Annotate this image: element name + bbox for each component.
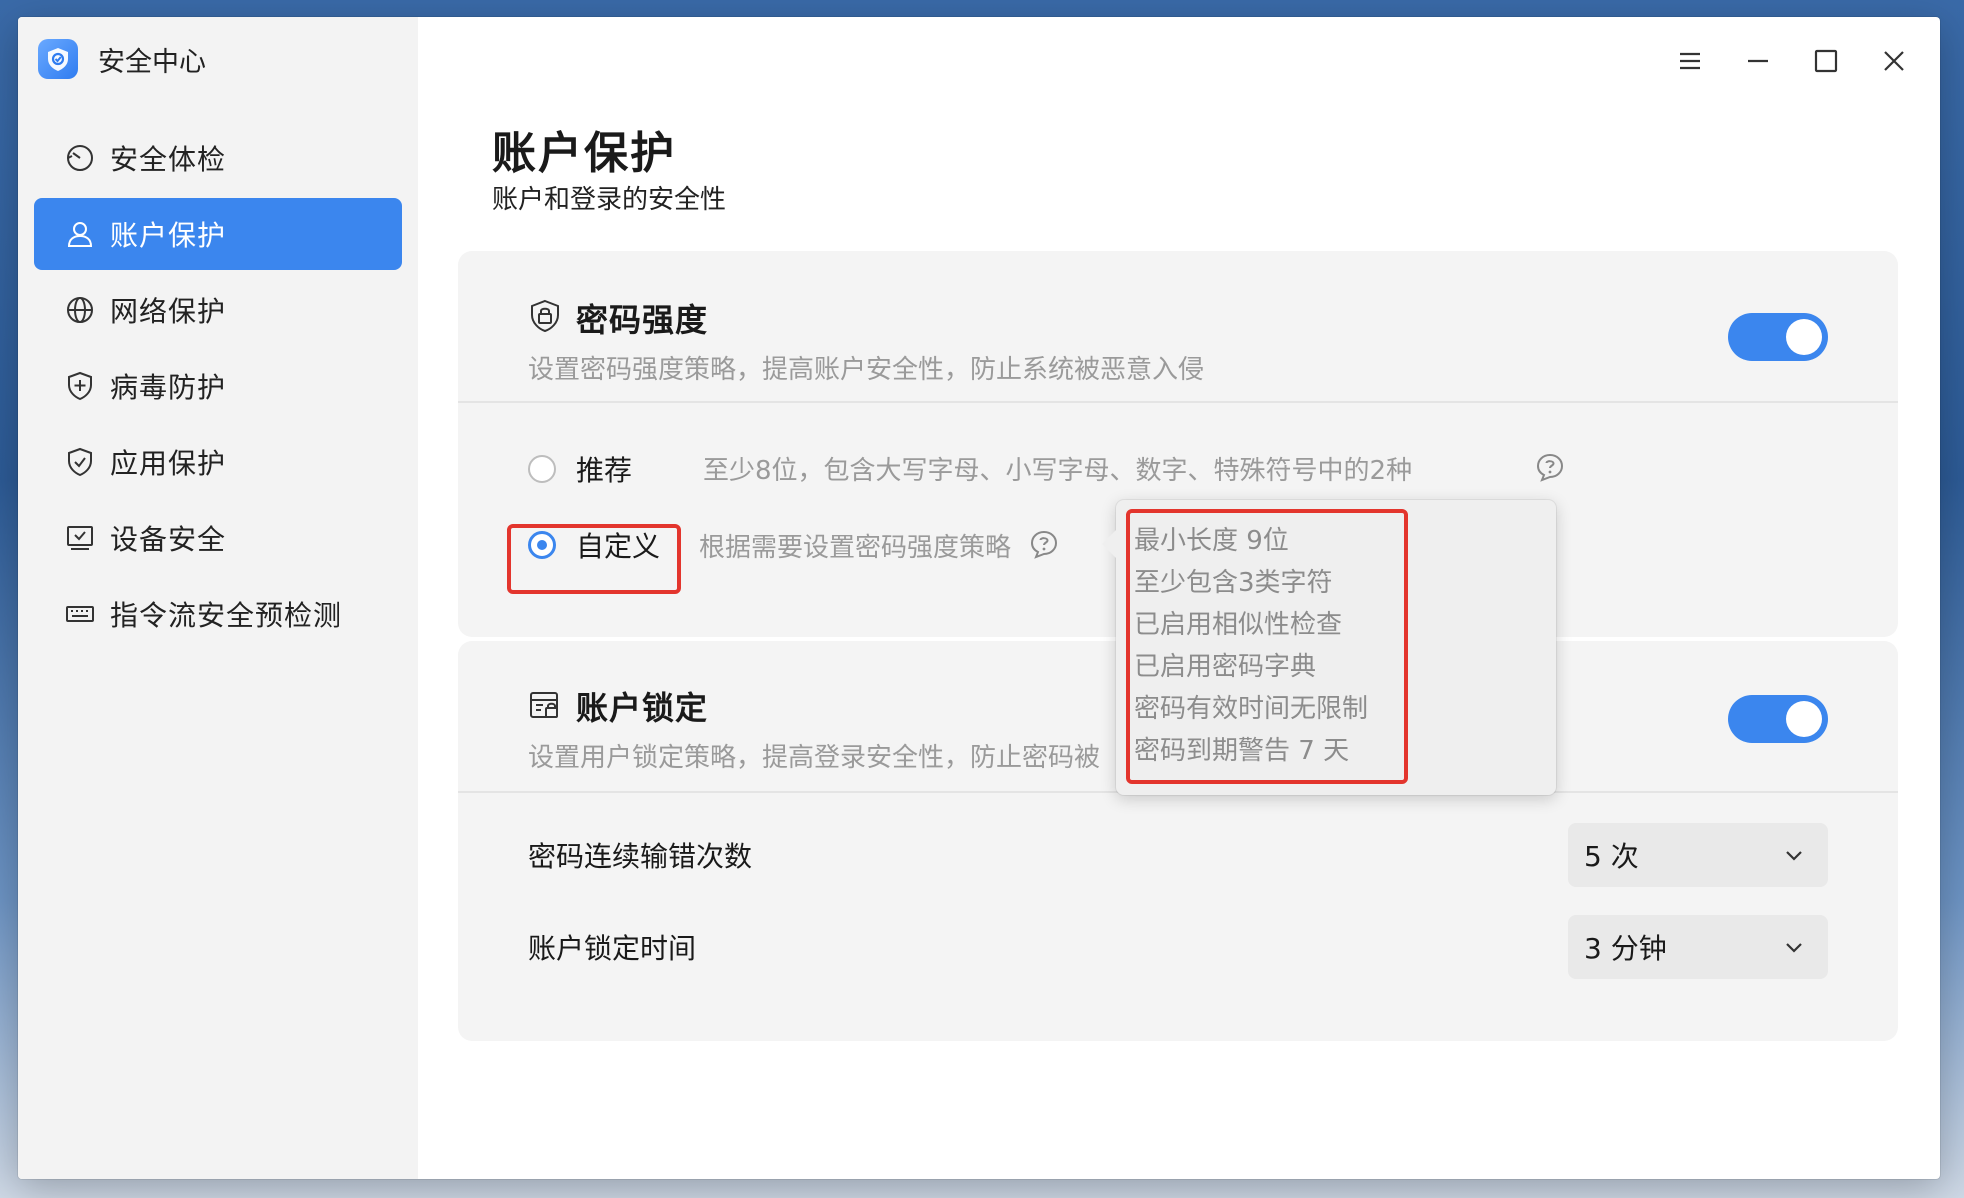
card-description: 设置密码强度策略，提高账户安全性，防止系统被恶意入侵 [528,355,1205,385]
shield-plus-icon [64,370,96,402]
sidebar-item-label: 账户保护 [110,219,227,252]
sidebar-item-label: 安全体检 [110,143,227,176]
radio-recommended[interactable] [528,455,556,483]
app-window: 安全中心 安全体检 账户保护 网络保护 病毒防护 应用保护 设备安全 指令流安全… [18,17,1940,1179]
help-icon[interactable] [1029,529,1059,559]
app-title: 安全中心 [98,46,206,78]
user-icon [64,218,96,250]
password-strength-toggle[interactable] [1728,313,1828,361]
shield-lock-icon [531,299,559,333]
card-title: 密码强度 [576,301,709,339]
sidebar-item-label: 病毒防护 [110,371,227,404]
help-icon[interactable] [1535,452,1565,482]
tooltip-highlight [1126,509,1408,784]
option-description: 至少8位，包含大写字母、小写字母、数字、特殊符号中的2种 [703,456,1413,486]
shield-check-icon [64,446,96,478]
lock-document-icon [530,692,558,718]
card-title: 账户锁定 [576,689,709,727]
sidebar-item-account-protection[interactable]: 账户保护 [34,198,402,270]
account-lock-toggle[interactable] [1728,695,1828,743]
shield-logo-icon [38,39,78,79]
option-recommended[interactable]: 推荐 [528,444,632,494]
option-description: 根据需要设置密码强度策略 [699,533,1012,563]
toggle-knob [1786,319,1822,355]
max-attempts-select[interactable]: 5 次 [1568,823,1828,887]
card-header: 密码强度 设置密码强度策略，提高账户安全性，防止系统被恶意入侵 [458,251,1898,403]
scan-clock-icon [64,142,96,174]
setting-row-max-attempts: 密码连续输错次数 5 次 [528,823,1828,887]
sidebar-nav: 安全体检 账户保护 网络保护 病毒防护 应用保护 设备安全 指令流安全预检测 [34,122,402,654]
sidebar-item-security-check[interactable]: 安全体检 [34,122,402,194]
sidebar-item-instruction-flow-check[interactable]: 指令流安全预检测 [34,578,402,650]
setting-row-lock-duration: 账户锁定时间 3 分钟 [528,915,1828,979]
select-value: 3 分钟 [1584,932,1667,965]
sidebar-item-virus-protection[interactable]: 病毒防护 [34,350,402,422]
password-policy-tooltip: 最小长度 9位 至少包含3类字符 已启用相似性检查 已启用密码字典 密码有效时间… [1102,500,1556,795]
setting-label: 密码连续输错次数 [528,840,753,873]
custom-option-highlight [507,524,681,594]
sidebar-item-device-security[interactable]: 设备安全 [34,502,402,574]
keyboard-icon [64,598,96,630]
lock-duration-select[interactable]: 3 分钟 [1568,915,1828,979]
toggle-knob [1786,701,1822,737]
app-header: 安全中心 [38,37,206,81]
sidebar-item-label: 指令流安全预检测 [110,599,343,632]
sidebar-item-label: 应用保护 [110,447,227,480]
monitor-check-icon [64,522,96,554]
sidebar-item-label: 设备安全 [110,523,227,556]
sidebar-item-network-protection[interactable]: 网络保护 [34,274,402,346]
chevron-down-icon [1786,943,1802,953]
page-subtitle: 账户和登录的安全性 [492,185,727,215]
chevron-down-icon [1786,851,1802,861]
sidebar-item-label: 网络保护 [110,295,227,328]
globe-icon [64,294,96,326]
setting-label: 账户锁定时间 [528,932,697,965]
sidebar: 安全中心 安全体检 账户保护 网络保护 病毒防护 应用保护 设备安全 指令流安全… [18,17,418,1179]
option-label: 推荐 [576,454,633,487]
card-description: 设置用户锁定策略，提高登录安全性，防止密码被 [528,743,1101,773]
sidebar-item-app-protection[interactable]: 应用保护 [34,426,402,498]
select-value: 5 次 [1584,840,1639,873]
page-title: 账户保护 [492,128,676,179]
